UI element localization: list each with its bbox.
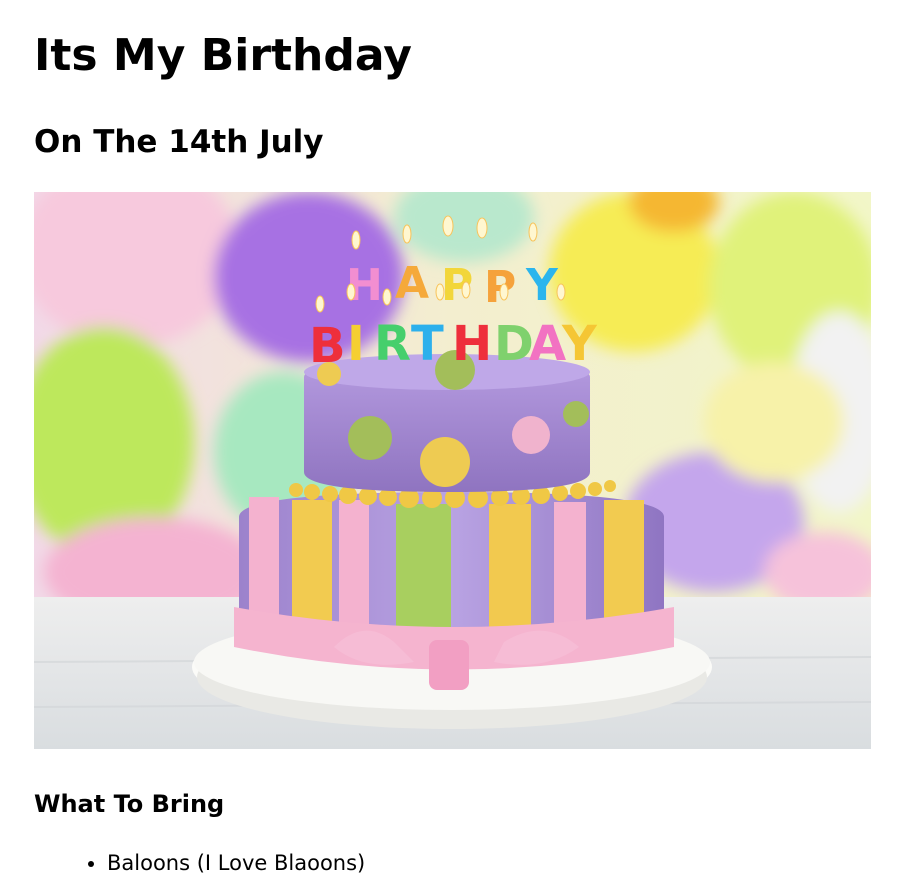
svg-text:Y: Y [525,260,559,311]
page: Its My Birthday On The 14th July H A P P… [0,0,913,880]
svg-text:Y: Y [561,316,598,372]
svg-text:H: H [452,316,492,372]
svg-text:A: A [395,258,429,309]
birthday-cake-photo: H A P P Y B I R T H D A Y [34,192,871,749]
bring-list: Baloons (I Love Blaoons) [68,847,365,879]
list-item: Baloons (I Love Blaoons) [107,847,365,879]
page-subtitle: On The 14th July [34,124,324,160]
svg-text:T: T [411,316,444,372]
svg-text:R: R [374,316,411,372]
page-title: Its My Birthday [34,30,412,81]
svg-text:A: A [529,316,566,372]
svg-text:D: D [494,316,534,372]
svg-text:B: B [309,318,346,374]
svg-text:I: I [347,316,365,372]
svg-text:P: P [484,262,516,313]
what-to-bring-heading: What To Bring [34,790,225,818]
